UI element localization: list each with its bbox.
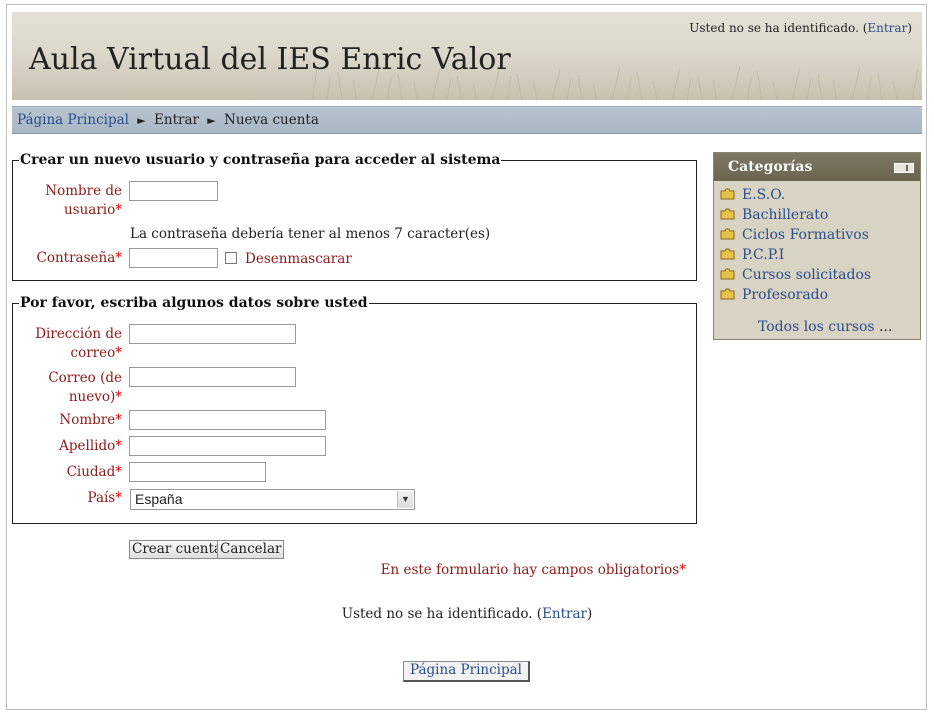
category-item[interactable]: Bachillerato bbox=[720, 207, 828, 223]
required-icon: * bbox=[115, 412, 122, 428]
folder-icon bbox=[720, 208, 735, 220]
country-select-value: España bbox=[135, 491, 183, 507]
username-label-text: usuario bbox=[63, 202, 116, 218]
email-confirm-label-line2: nuevo)* bbox=[20, 388, 122, 407]
country-label: País* bbox=[20, 489, 122, 508]
folder-icon bbox=[720, 188, 735, 200]
email-confirm-input[interactable] bbox=[129, 367, 296, 387]
password-input[interactable] bbox=[129, 248, 218, 268]
required-icon: * bbox=[115, 202, 122, 218]
all-courses-ellipsis: ... bbox=[879, 319, 893, 335]
category-link[interactable]: E.S.O. bbox=[742, 187, 785, 203]
breadcrumb: Página Principal ► Entrar ► Nueva cuenta bbox=[12, 106, 922, 134]
footer-login-info: Usted no se ha identificado. (Entrar) bbox=[0, 606, 934, 622]
header-login-link[interactable]: Entrar bbox=[867, 21, 907, 35]
required-icon: * bbox=[115, 250, 122, 266]
profile-legend: Por favor, escriba algunos datos sobre u… bbox=[20, 295, 368, 311]
firstname-label: Nombre* bbox=[20, 411, 122, 430]
unmask-label[interactable]: Desenmascarar bbox=[245, 250, 352, 269]
required-fields-note: En este formulario hay campos obligatori… bbox=[381, 562, 686, 578]
header-login-info: Usted no se ha identificado. (Entrar) bbox=[689, 21, 912, 35]
lastname-input[interactable] bbox=[129, 436, 326, 456]
username-input[interactable] bbox=[129, 181, 218, 201]
breadcrumb-separator-icon: ► bbox=[207, 114, 216, 127]
breadcrumb-separator-icon: ► bbox=[137, 114, 146, 127]
category-item[interactable]: Cursos solicitados bbox=[720, 267, 871, 283]
city-label: Ciudad* bbox=[20, 463, 122, 482]
password-hint: La contraseña debería tener al menos 7 c… bbox=[130, 226, 491, 242]
home-button[interactable]: Página Principal bbox=[403, 661, 530, 682]
email-confirm-label: Correo (de nuevo)* bbox=[20, 369, 122, 407]
header-login-close: ) bbox=[907, 21, 912, 35]
email-label-line2: correo* bbox=[20, 344, 122, 363]
create-account-button[interactable]: Crear cuenta bbox=[129, 540, 225, 559]
unmask-checkbox[interactable] bbox=[225, 252, 237, 264]
category-link[interactable]: Ciclos Formativos bbox=[742, 227, 869, 243]
username-label-line2: usuario* bbox=[20, 201, 122, 220]
required-icon: * bbox=[115, 345, 122, 361]
all-courses-link[interactable]: Todos los cursos bbox=[758, 319, 875, 335]
firstname-label-text: Nombre bbox=[59, 412, 116, 428]
categories-title: Categorías bbox=[728, 159, 813, 175]
email-confirm-label-text: nuevo) bbox=[68, 389, 116, 405]
account-legend: Crear un nuevo usuario y contraseña para… bbox=[20, 152, 501, 168]
email-label-text: correo bbox=[70, 345, 116, 361]
category-link[interactable]: Bachillerato bbox=[742, 207, 828, 223]
breadcrumb-current: Nueva cuenta bbox=[224, 112, 319, 128]
cancel-button[interactable]: Cancelar bbox=[217, 540, 285, 559]
category-item[interactable]: E.S.O. bbox=[720, 187, 785, 203]
site-header: Aula Virtual del IES Enric Valor Usted n… bbox=[12, 12, 922, 100]
category-link[interactable]: Cursos solicitados bbox=[742, 267, 871, 283]
country-label-text: País bbox=[87, 490, 116, 506]
site-title: Aula Virtual del IES Enric Valor bbox=[29, 42, 511, 77]
required-icon: * bbox=[115, 438, 122, 454]
breadcrumb-entrar: Entrar bbox=[154, 112, 199, 128]
folder-icon bbox=[720, 248, 735, 260]
folder-icon bbox=[720, 288, 735, 300]
username-label: Nombre de usuario* bbox=[20, 182, 122, 220]
category-link[interactable]: P.C.P.I bbox=[742, 247, 784, 263]
required-icon: * bbox=[679, 562, 686, 578]
categories-block: Categorías E.S.O. Bachillerato Ciclos Fo… bbox=[713, 152, 921, 340]
required-fields-note-text: En este formulario hay campos obligatori… bbox=[380, 562, 680, 578]
footer-login-text: Usted no se ha identificado. ( bbox=[341, 606, 543, 622]
breadcrumb-home-link[interactable]: Página Principal bbox=[17, 112, 129, 128]
category-item[interactable]: Profesorado bbox=[720, 287, 828, 303]
required-icon: * bbox=[115, 490, 122, 506]
required-icon: * bbox=[115, 464, 122, 480]
required-icon: * bbox=[115, 389, 122, 405]
footer-login-link[interactable]: Entrar bbox=[542, 606, 587, 622]
city-label-text: Ciudad bbox=[66, 464, 116, 480]
password-label-text: Contraseña bbox=[36, 250, 116, 266]
lastname-label-text: Apellido bbox=[59, 438, 116, 454]
footer-login-close: ) bbox=[587, 606, 593, 622]
password-label: Contraseña* bbox=[20, 249, 123, 268]
city-input[interactable] bbox=[129, 462, 266, 482]
email-confirm-label-line1: Correo (de bbox=[48, 370, 122, 386]
username-label-line1: Nombre de bbox=[45, 183, 122, 199]
category-link[interactable]: Profesorado bbox=[742, 287, 828, 303]
folder-icon bbox=[720, 268, 735, 280]
lastname-label: Apellido* bbox=[20, 437, 122, 456]
header-login-text: Usted no se ha identificado. ( bbox=[689, 21, 868, 35]
chevron-down-icon[interactable]: ▼ bbox=[397, 491, 413, 508]
email-label-line1: Dirección de bbox=[35, 326, 122, 342]
categories-header: Categorías bbox=[714, 153, 920, 181]
category-item[interactable]: Ciclos Formativos bbox=[720, 227, 869, 243]
category-item[interactable]: P.C.P.I bbox=[720, 247, 784, 263]
firstname-input[interactable] bbox=[129, 410, 326, 430]
folder-icon bbox=[720, 228, 735, 240]
email-label: Dirección de correo* bbox=[20, 325, 122, 363]
hide-block-icon[interactable] bbox=[894, 163, 914, 173]
all-courses: Todos los cursos ... bbox=[758, 319, 892, 335]
email-input[interactable] bbox=[129, 324, 296, 344]
country-select[interactable]: España ▼ bbox=[130, 489, 415, 510]
